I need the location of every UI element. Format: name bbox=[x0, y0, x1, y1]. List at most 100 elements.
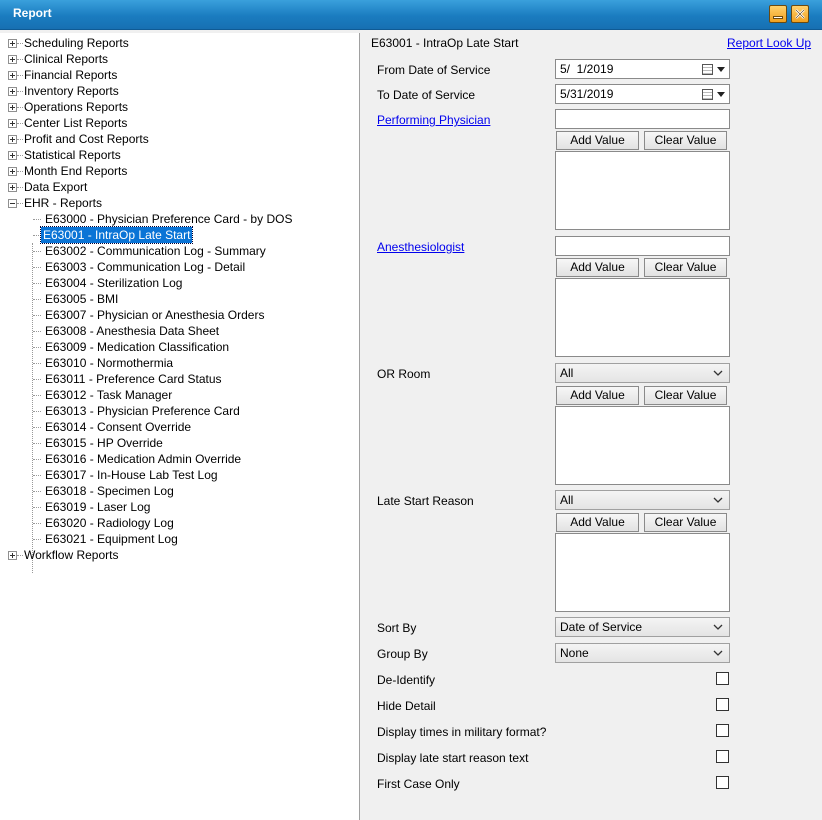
de-identify-checkbox[interactable] bbox=[716, 672, 729, 685]
expand-icon[interactable] bbox=[8, 87, 17, 96]
or-room-select[interactable]: All bbox=[555, 363, 730, 383]
tree-node[interactable]: Scheduling Reports bbox=[0, 35, 355, 51]
late-start-add-value-button[interactable]: Add Value bbox=[556, 513, 639, 532]
report-parameters-panel: E63001 - IntraOp Late Start Report Look … bbox=[362, 33, 822, 820]
tree-node[interactable]: Profit and Cost Reports bbox=[0, 131, 355, 147]
expand-icon[interactable] bbox=[8, 167, 17, 176]
tree-child-label: E63008 - Anesthesia Data Sheet bbox=[45, 324, 220, 338]
anesthesiologist-link[interactable]: Anesthesiologist bbox=[377, 240, 464, 254]
tree-child-item[interactable]: E63017 - In-House Lab Test Log bbox=[0, 467, 355, 483]
close-button[interactable] bbox=[791, 5, 809, 23]
tree-child-item[interactable]: E63010 - Normothermia bbox=[0, 355, 355, 371]
tree-child-item[interactable]: E63019 - Laser Log bbox=[0, 499, 355, 515]
tree-child-item[interactable]: E63020 - Radiology Log bbox=[0, 515, 355, 531]
or-room-add-value-button[interactable]: Add Value bbox=[556, 386, 639, 405]
tree-child-item[interactable]: E63003 - Communication Log - Detail bbox=[0, 259, 355, 275]
calendar-icon[interactable] bbox=[702, 64, 713, 75]
tree-connector bbox=[33, 443, 41, 444]
expand-icon[interactable] bbox=[8, 39, 17, 48]
tree-connector bbox=[17, 139, 23, 140]
tree-child-item[interactable]: E63011 - Preference Card Status bbox=[0, 371, 355, 387]
tree-node[interactable]: Financial Reports bbox=[0, 67, 355, 83]
tree-child-item[interactable]: E63004 - Sterilization Log bbox=[0, 275, 355, 291]
from-date-label: From Date of Service bbox=[377, 63, 491, 77]
expand-icon[interactable] bbox=[8, 55, 17, 64]
tree-node[interactable]: Workflow Reports bbox=[0, 547, 355, 563]
tree-child-item[interactable]: E63000 - Physician Preference Card - by … bbox=[0, 211, 355, 227]
window-title: Report bbox=[13, 6, 52, 20]
or-room-values-list[interactable] bbox=[555, 406, 730, 485]
tree-node[interactable]: Inventory Reports bbox=[0, 83, 355, 99]
expand-icon[interactable] bbox=[8, 151, 17, 160]
tree-connector bbox=[33, 219, 41, 220]
from-date-value: 5/ 1/2019 bbox=[560, 62, 614, 76]
tree-child-item[interactable]: E63002 - Communication Log - Summary bbox=[0, 243, 355, 259]
tree-child-item[interactable]: E63016 - Medication Admin Override bbox=[0, 451, 355, 467]
tree-node[interactable]: Operations Reports bbox=[0, 99, 355, 115]
collapse-icon[interactable] bbox=[8, 199, 17, 208]
minimize-button[interactable] bbox=[769, 5, 787, 23]
dropdown-arrow-icon[interactable] bbox=[717, 92, 725, 97]
expand-icon[interactable] bbox=[8, 135, 17, 144]
expand-icon[interactable] bbox=[8, 103, 17, 112]
tree-connector bbox=[33, 395, 41, 396]
physician-values-list[interactable] bbox=[555, 151, 730, 230]
tree-node-expanded[interactable]: EHR - Reports bbox=[0, 195, 355, 211]
calendar-icon[interactable] bbox=[702, 89, 713, 100]
dropdown-arrow-icon[interactable] bbox=[717, 67, 725, 72]
late-start-reason-text-checkbox[interactable] bbox=[716, 750, 729, 763]
tree-connector bbox=[17, 91, 23, 92]
late-start-clear-value-button[interactable]: Clear Value bbox=[644, 513, 727, 532]
tree-child-item[interactable]: E63005 - BMI bbox=[0, 291, 355, 307]
physician-add-value-button[interactable]: Add Value bbox=[556, 131, 639, 150]
sort-by-select[interactable]: Date of Service bbox=[555, 617, 730, 637]
performing-physician-input[interactable] bbox=[555, 109, 730, 129]
tree-child-item[interactable]: E63014 - Consent Override bbox=[0, 419, 355, 435]
tree-node[interactable]: Center List Reports bbox=[0, 115, 355, 131]
close-icon bbox=[795, 9, 805, 19]
expand-icon[interactable] bbox=[8, 71, 17, 80]
tree-child-label: E63017 - In-House Lab Test Log bbox=[45, 468, 218, 482]
expand-icon[interactable] bbox=[8, 119, 17, 128]
tree-child-item[interactable]: E63021 - Equipment Log bbox=[0, 531, 355, 547]
expand-icon[interactable] bbox=[8, 551, 17, 560]
tree-node[interactable]: Month End Reports bbox=[0, 163, 355, 179]
tree-child-item[interactable]: E63015 - HP Override bbox=[0, 435, 355, 451]
tree-connector bbox=[17, 75, 23, 76]
late-start-reason-select[interactable]: All bbox=[555, 490, 730, 510]
tree-child-item[interactable]: E63001 - IntraOp Late Start bbox=[0, 226, 355, 244]
or-room-clear-value-button[interactable]: Clear Value bbox=[644, 386, 727, 405]
tree-node-label: Clinical Reports bbox=[24, 52, 109, 66]
report-tree[interactable]: Scheduling Reports Clinical Reports Financ… bbox=[0, 33, 360, 820]
sort-by-label: Sort By bbox=[377, 621, 417, 635]
anesthesiologist-clear-value-button[interactable]: Clear Value bbox=[644, 258, 727, 277]
tree-child-item[interactable]: E63007 - Physician or Anesthesia Orders bbox=[0, 307, 355, 323]
tree-node[interactable]: Statistical Reports bbox=[0, 147, 355, 163]
anesthesiologist-input[interactable] bbox=[555, 236, 730, 256]
tree-child-item[interactable]: E63008 - Anesthesia Data Sheet bbox=[0, 323, 355, 339]
tree-child-item[interactable]: E63012 - Task Manager bbox=[0, 387, 355, 403]
tree-node[interactable]: Data Export bbox=[0, 179, 355, 195]
tree-child-item[interactable]: E63009 - Medication Classification bbox=[0, 339, 355, 355]
anesthesiologist-values-list[interactable] bbox=[555, 278, 730, 357]
tree-node-label: Scheduling Reports bbox=[24, 36, 129, 50]
tree-connector bbox=[33, 251, 41, 252]
military-format-checkbox[interactable] bbox=[716, 724, 729, 737]
tree-connector bbox=[33, 427, 41, 428]
first-case-only-checkbox[interactable] bbox=[716, 776, 729, 789]
late-start-values-list[interactable] bbox=[555, 533, 730, 612]
from-date-picker[interactable]: 5/ 1/2019 bbox=[555, 59, 730, 79]
tree-node[interactable]: Clinical Reports bbox=[0, 51, 355, 67]
expand-icon[interactable] bbox=[8, 183, 17, 192]
tree-node-label: Profit and Cost Reports bbox=[24, 132, 149, 146]
physician-clear-value-button[interactable]: Clear Value bbox=[644, 131, 727, 150]
tree-child-item[interactable]: E63013 - Physician Preference Card bbox=[0, 403, 355, 419]
tree-child-label: E63007 - Physician or Anesthesia Orders bbox=[45, 308, 265, 322]
hide-detail-checkbox[interactable] bbox=[716, 698, 729, 711]
performing-physician-link[interactable]: Performing Physician bbox=[377, 113, 490, 127]
report-lookup-link[interactable]: Report Look Up bbox=[727, 36, 811, 50]
anesthesiologist-add-value-button[interactable]: Add Value bbox=[556, 258, 639, 277]
to-date-picker[interactable]: 5/31/2019 bbox=[555, 84, 730, 104]
group-by-select[interactable]: None bbox=[555, 643, 730, 663]
tree-child-item[interactable]: E63018 - Specimen Log bbox=[0, 483, 355, 499]
